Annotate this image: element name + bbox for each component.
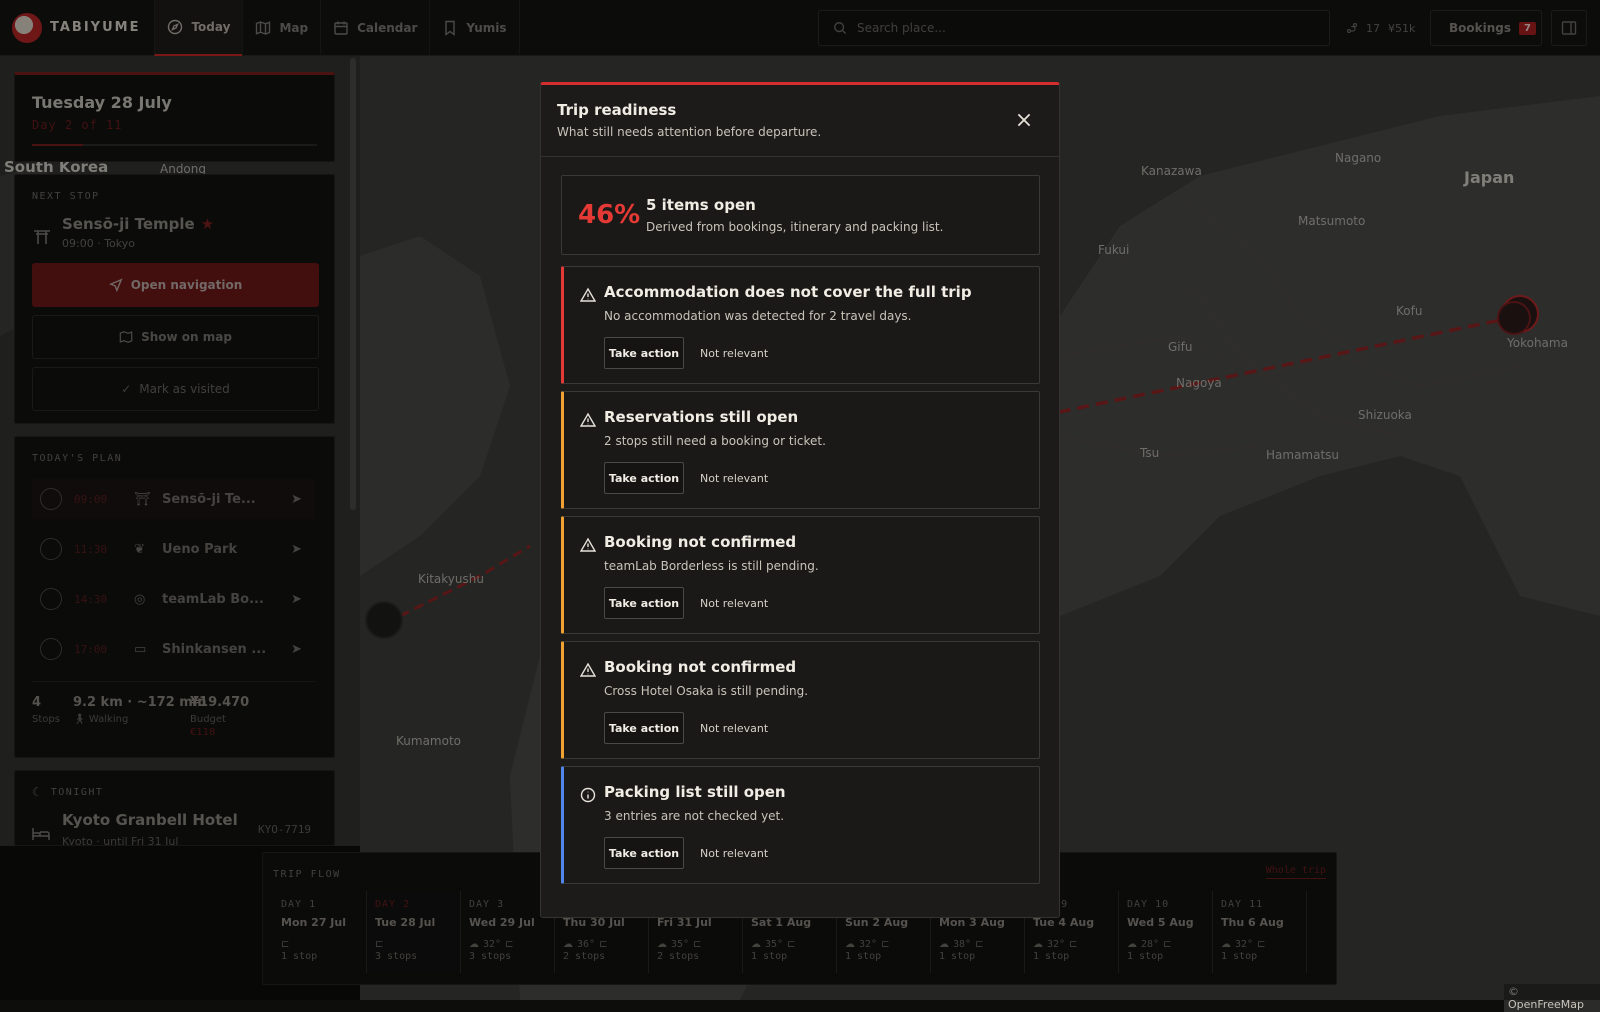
dialog-title: Trip readiness — [557, 101, 677, 119]
issue-card: Packing list still open 3 entries are no… — [561, 766, 1040, 884]
warning-icon — [580, 412, 596, 427]
trip-readiness-dialog: Trip readiness What still needs attentio… — [540, 82, 1060, 918]
dialog-header: Trip readiness What still needs attentio… — [541, 85, 1059, 157]
issue-card: Reservations still open 2 stops still ne… — [561, 391, 1040, 509]
readiness-percent: 46% — [578, 200, 641, 230]
warning-icon — [580, 537, 596, 552]
issue-card: Booking not confirmed teamLab Borderless… — [561, 516, 1040, 634]
issue-description: 3 entries are not checked yet. — [604, 809, 785, 823]
issue-title: Reservations still open — [604, 408, 799, 426]
issue-card: Accommodation does not cover the full tr… — [561, 266, 1040, 384]
not-relevant-button[interactable]: Not relevant — [700, 712, 768, 744]
summary-text: 5 items open Derived from bookings, itin… — [646, 196, 943, 234]
not-relevant-button[interactable]: Not relevant — [700, 837, 768, 869]
not-relevant-button[interactable]: Not relevant — [700, 462, 768, 494]
take-action-button[interactable]: Take action — [604, 587, 684, 619]
readiness-summary: 46% 5 items open Derived from bookings, … — [561, 175, 1040, 255]
take-action-button[interactable]: Take action — [604, 712, 684, 744]
issue-title: Packing list still open — [604, 783, 786, 801]
issue-description: teamLab Borderless is still pending. — [604, 559, 819, 573]
not-relevant-button[interactable]: Not relevant — [700, 337, 768, 369]
info-icon — [580, 787, 596, 803]
not-relevant-button[interactable]: Not relevant — [700, 587, 768, 619]
warning-icon — [580, 287, 596, 302]
issue-description: Cross Hotel Osaka is still pending. — [604, 684, 809, 698]
issue-title: Booking not confirmed — [604, 533, 797, 551]
issue-title: Accommodation does not cover the full tr… — [604, 283, 972, 301]
dialog-subtitle: What still needs attention before depart… — [557, 125, 822, 139]
warning-icon — [580, 662, 596, 677]
close-icon[interactable] — [1015, 111, 1033, 129]
summary-title: 5 items open — [646, 196, 756, 214]
issue-description: No accommodation was detected for 2 trav… — [604, 309, 912, 323]
take-action-button[interactable]: Take action — [604, 337, 684, 369]
issue-title: Booking not confirmed — [604, 658, 797, 676]
issue-card: Booking not confirmed Cross Hotel Osaka … — [561, 641, 1040, 759]
summary-subtitle: Derived from bookings, itinerary and pac… — [646, 220, 944, 234]
issue-description: 2 stops still need a booking or ticket. — [604, 434, 826, 448]
take-action-button[interactable]: Take action — [604, 462, 684, 494]
take-action-button[interactable]: Take action — [604, 837, 684, 869]
